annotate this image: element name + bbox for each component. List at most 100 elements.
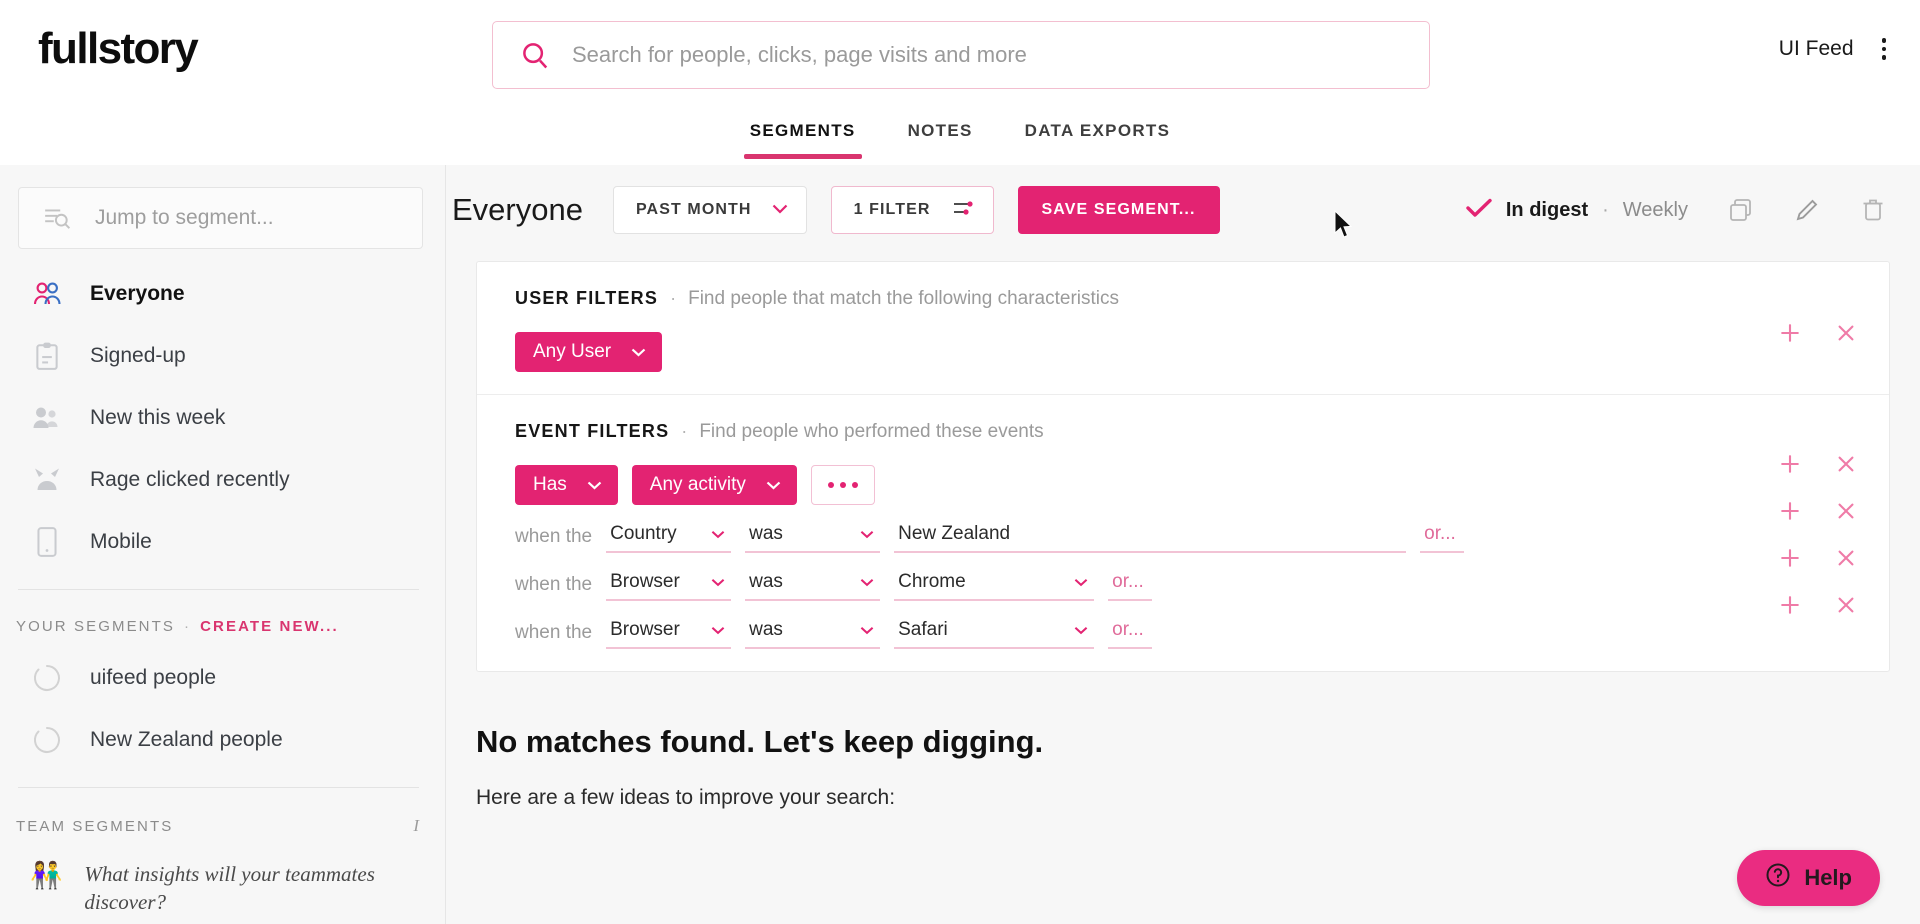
- remove-condition-icon[interactable]: [1835, 500, 1857, 522]
- sidebar-item-label: uifeed people: [90, 666, 217, 689]
- add-event-filter-icon[interactable]: [1779, 453, 1801, 475]
- filters-card: USER FILTERS · Find people that match th…: [476, 261, 1890, 672]
- row-value-input[interactable]: New Zealand: [894, 523, 1407, 553]
- row-operator-select[interactable]: was: [745, 523, 881, 553]
- account-name[interactable]: UI Feed: [1779, 37, 1854, 61]
- search-icon: [520, 40, 550, 70]
- any-activity-pill[interactable]: Any activity: [631, 465, 797, 505]
- separator-dot: ·: [670, 288, 677, 308]
- check-icon: [1466, 198, 1492, 223]
- mobile-icon: [30, 525, 64, 559]
- team-segments-hint-text: What insights will your teammates discov…: [84, 862, 375, 915]
- row-attribute-select[interactable]: Browser: [606, 571, 732, 601]
- chevron-down-icon: [860, 574, 874, 591]
- chevron-down-icon: [711, 574, 725, 591]
- row-or-link[interactable]: or...: [1108, 571, 1153, 601]
- row-or-link[interactable]: or...: [1108, 619, 1153, 649]
- row-operator-value: was: [749, 571, 783, 592]
- more-options-button[interactable]: [810, 465, 875, 505]
- chevron-down-icon: [711, 526, 725, 543]
- remove-condition-icon[interactable]: [1835, 547, 1857, 569]
- digest-frequency[interactable]: Weekly: [1623, 199, 1688, 222]
- row-attribute-value: Browser: [610, 571, 680, 592]
- sidebar-item-label: Mobile: [90, 530, 152, 553]
- filter-sliders-icon: [953, 199, 975, 222]
- row-attribute-select[interactable]: Browser: [606, 619, 732, 649]
- search-input[interactable]: [572, 22, 1429, 88]
- team-segments-title: TEAM SEGMENTS: [16, 817, 174, 835]
- pencil-icon[interactable]: [1794, 197, 1820, 223]
- jump-to-segment-input[interactable]: [95, 206, 422, 230]
- remove-condition-icon[interactable]: [1835, 594, 1857, 616]
- spinner-icon: [30, 661, 64, 695]
- fullstory-app: fullstory UI Feed SEGMENTS NOTES DATA EX…: [0, 0, 1920, 924]
- tab-data-exports[interactable]: DATA EXPORTS: [999, 108, 1197, 159]
- dot-icon: [839, 482, 846, 488]
- your-segments-title: YOUR SEGMENTS: [16, 618, 175, 635]
- row-attribute-value: Country: [610, 523, 677, 544]
- event-pill-row-actions: [1779, 453, 1857, 475]
- team-segments-header: TEAM SEGMENTS i: [0, 788, 445, 848]
- help-button[interactable]: Help: [1737, 850, 1880, 906]
- any-user-label: Any User: [533, 341, 612, 362]
- event-row-3-actions: [1779, 594, 1857, 616]
- row-prefix: when the: [515, 622, 593, 643]
- row-prefix: when the: [515, 574, 593, 595]
- chevron-down-icon: [772, 201, 788, 219]
- sidebar-item-uifeed-people[interactable]: uifeed people: [0, 647, 445, 709]
- rage-click-icon: [30, 463, 64, 497]
- date-range-label: PAST MONTH: [635, 201, 752, 218]
- sidebar-item-signed-up[interactable]: Signed-up: [0, 325, 445, 387]
- user-filter-pills: Any User: [477, 310, 1889, 372]
- team-segments-info-icon[interactable]: i: [413, 816, 419, 836]
- row-attribute-select[interactable]: Country: [606, 523, 732, 553]
- user-filter-row-actions: [1779, 322, 1857, 344]
- filter-count-button[interactable]: 1 FILTER: [830, 186, 994, 234]
- sidebar-item-everyone[interactable]: Everyone: [0, 263, 445, 325]
- has-pill[interactable]: Has: [515, 465, 618, 505]
- event-filter-row: when the Country was New Zealand or...: [477, 505, 1889, 553]
- create-new-segment-link[interactable]: CREATE NEW...: [200, 618, 339, 635]
- sidebar-item-label: Everyone: [90, 282, 185, 305]
- event-filters-description: Find people who performed these events: [699, 421, 1044, 442]
- tab-notes[interactable]: NOTES: [882, 108, 999, 159]
- event-filter-pills: Has Any activity: [477, 443, 1889, 505]
- add-condition-icon[interactable]: [1779, 500, 1801, 522]
- sidebar-item-rage-clicked-recently[interactable]: Rage clicked recently: [0, 449, 445, 511]
- page-title: Everyone: [452, 192, 583, 227]
- chevron-down-icon: [860, 526, 874, 543]
- sidebar-item-new-this-week[interactable]: New this week: [0, 387, 445, 449]
- add-condition-icon[interactable]: [1779, 547, 1801, 569]
- digest-label: In digest: [1505, 198, 1589, 221]
- chevron-down-icon: [587, 477, 602, 494]
- row-prefix: when the: [515, 526, 593, 547]
- date-range-button[interactable]: PAST MONTH: [612, 186, 807, 234]
- row-or-link[interactable]: or...: [1420, 523, 1465, 553]
- tab-segments[interactable]: SEGMENTS: [724, 108, 882, 159]
- row-value-select[interactable]: Chrome: [894, 571, 1095, 601]
- add-user-filter-icon[interactable]: [1779, 322, 1801, 344]
- global-search[interactable]: [492, 21, 1430, 89]
- save-segment-button[interactable]: SAVE SEGMENT...: [1017, 186, 1220, 234]
- sidebar-item-label: Signed-up: [90, 344, 186, 367]
- add-condition-icon[interactable]: [1779, 594, 1801, 616]
- fullstory-logo[interactable]: fullstory: [38, 27, 199, 71]
- dot-icon: [851, 482, 858, 488]
- sidebar-item-label: New Zealand people: [90, 728, 283, 751]
- copy-icon[interactable]: [1728, 197, 1754, 223]
- row-operator-select[interactable]: was: [745, 619, 881, 649]
- jump-to-segment[interactable]: [18, 187, 423, 249]
- remove-event-filter-icon[interactable]: [1835, 453, 1857, 475]
- people-icon: [30, 277, 64, 311]
- row-operator-select[interactable]: was: [745, 571, 881, 601]
- sidebar-item-new-zealand-people[interactable]: New Zealand people: [0, 709, 445, 771]
- kebab-menu-icon[interactable]: [1876, 34, 1893, 64]
- sidebar-item-mobile[interactable]: Mobile: [0, 511, 445, 573]
- trash-icon[interactable]: [1860, 197, 1886, 223]
- any-user-pill[interactable]: Any User: [515, 332, 663, 372]
- remove-user-filter-icon[interactable]: [1835, 322, 1857, 344]
- user-filters-section: USER FILTERS · Find people that match th…: [477, 262, 1889, 394]
- user-filters-header: USER FILTERS · Find people that match th…: [477, 288, 1889, 310]
- row-value-select[interactable]: Safari: [894, 619, 1095, 649]
- main-tabs: SEGMENTS NOTES DATA EXPORTS: [0, 108, 1920, 165]
